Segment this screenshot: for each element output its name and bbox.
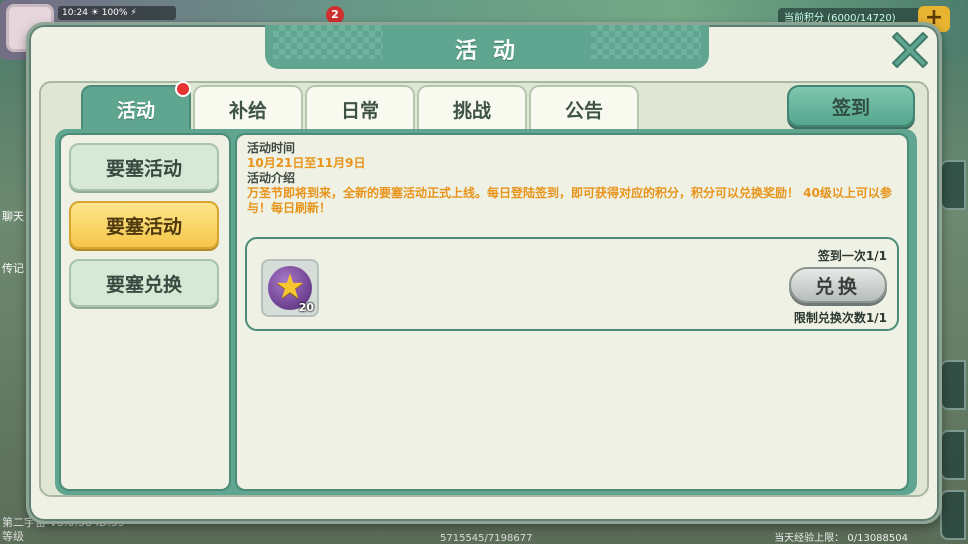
tab-daily[interactable]: 日常 [305, 85, 415, 131]
category-item[interactable]: 要塞兑换 [69, 259, 219, 307]
activity-dialog: 活 动 活动 补给 日常 挑战 公告 签到 要塞活动 要塞活动 要塞兑换 活动时… [26, 22, 942, 524]
tab-announcement[interactable]: 公告 [529, 85, 639, 131]
close-button[interactable] [887, 27, 933, 73]
tab-bar: 活动 补给 日常 挑战 公告 [81, 81, 639, 131]
rail-button-more[interactable] [940, 490, 966, 540]
close-x-icon [892, 32, 928, 68]
tab-challenge[interactable]: 挑战 [417, 85, 527, 131]
device-status-bar: 10:24 ☀ 100% ⚡ [58, 6, 176, 20]
item-quantity: 20 [298, 301, 314, 314]
exchange-limit: 限制兑换次数1/1 [793, 311, 887, 325]
event-info: 活动时间 10月21日至11月9日 活动介绍 万圣节即将到来，全新的要塞活动正式… [247, 141, 897, 216]
daily-exp-text: 当天经验上限： 0/13088504 [774, 533, 908, 544]
event-detail-pane: 活动时间 10月21日至11月9日 活动介绍 万圣节即将到来，全新的要塞活动正式… [235, 133, 909, 491]
reward-item-slot[interactable]: ★ 20 [261, 259, 319, 317]
category-list: 要塞活动 要塞活动 要塞兑换 [59, 133, 231, 491]
dialog-inner-panel: 活动 补给 日常 挑战 公告 签到 要塞活动 要塞活动 要塞兑换 活动时间 10… [39, 81, 929, 497]
event-time-label: 活动时间 [247, 141, 296, 155]
tab-label: 挑战 [452, 99, 491, 122]
red-dot-icon [175, 81, 191, 97]
tab-label: 公告 [564, 99, 603, 122]
event-intro-label: 活动介绍 [247, 171, 296, 185]
rail-button-refresh[interactable] [940, 430, 966, 480]
reward-card: ★ 20 签到一次1/1 兑换 限制兑换次数1/1 [245, 237, 899, 331]
sign-count: 签到一次1/1 [817, 249, 887, 263]
dialog-title: 活 动 [455, 39, 519, 64]
chat-button-label[interactable]: 聊天 [2, 208, 24, 224]
event-time-value: 10月21日至11月9日 [247, 156, 366, 170]
category-item[interactable]: 要塞活动 [69, 143, 219, 191]
category-item-selected[interactable]: 要塞活动 [69, 201, 219, 249]
exp-text: 5715545/7198677 [440, 533, 533, 544]
rail-button-home[interactable] [940, 360, 966, 410]
star-icon: ★ [274, 267, 306, 307]
tab-supply[interactable]: 补给 [193, 85, 303, 131]
tab-label: 补给 [228, 99, 267, 122]
tab-label: 活动 [116, 99, 155, 122]
event-intro-value: 万圣节即将到来，全新的要塞活动正式上线。每日登陆签到，即可获得对应的积分，积分可… [247, 186, 892, 215]
tab-label: 日常 [340, 99, 379, 122]
exchange-button[interactable]: 兑换 [789, 267, 887, 303]
tip-button-label[interactable]: 传记 [2, 260, 24, 276]
signin-button[interactable]: 签到 [787, 85, 915, 127]
tab-activity[interactable]: 活动 [81, 81, 191, 131]
rail-button-collapse[interactable] [940, 160, 966, 210]
content-frame: 要塞活动 要塞活动 要塞兑换 活动时间 10月21日至11月9日 活动介绍 万圣… [55, 129, 917, 495]
level-text: 等级 [2, 530, 24, 543]
title-bar: 活 动 [265, 25, 709, 69]
right-side-rail [938, 160, 968, 540]
